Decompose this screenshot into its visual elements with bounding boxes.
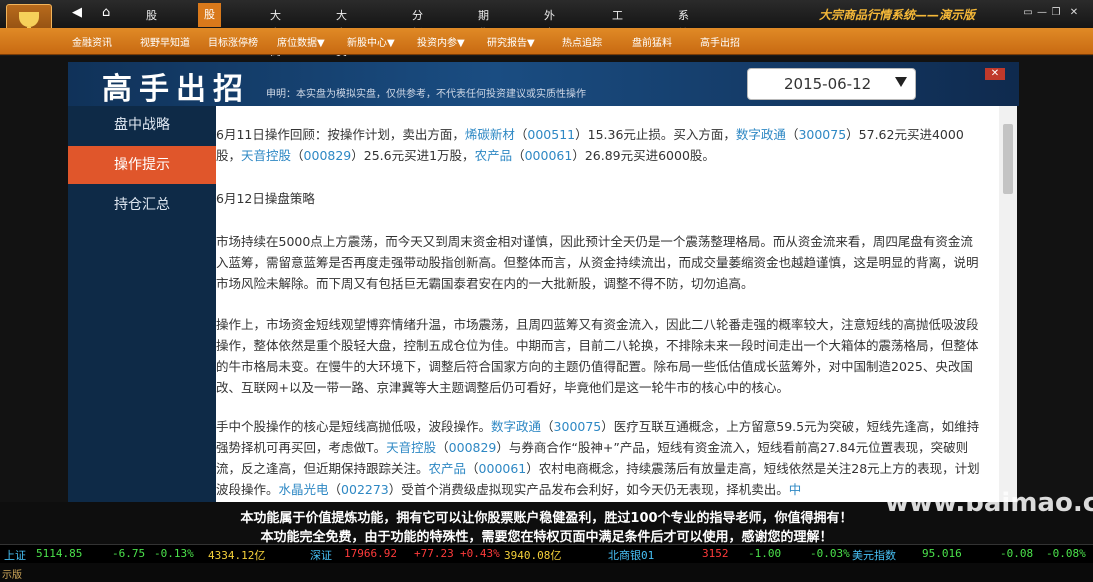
stock-link[interactable]: 烯碳新材 xyxy=(465,127,515,142)
home-icon[interactable]: ⌂ xyxy=(102,5,110,20)
stock-code-link[interactable]: 000511 xyxy=(527,127,575,142)
ticker-sh-price: 5114.85 xyxy=(36,547,83,560)
submenu-ipo-center[interactable]: 新股中心▼ xyxy=(347,34,395,49)
ticker-sh-change: -6.75 xyxy=(112,547,146,560)
content-scrollbar[interactable] xyxy=(999,106,1017,502)
stock-link[interactable]: 农产品 xyxy=(475,148,513,163)
panel-close-icon[interactable]: ✕ xyxy=(985,68,1005,80)
ticker-sz-name[interactable]: 深证 xyxy=(310,547,332,563)
stock-paragraph: 手中个股操作的核心是短线高抛低吸，波段操作。数字政通（300075）医疗互联互通… xyxy=(216,419,980,497)
market-paragraph: 市场持续在5000点上方震荡，而今天又到周末资金相对谨慎，因此预计全天仍是一个震… xyxy=(216,234,979,291)
system-title: 大宗商品行情系统——演示版 xyxy=(818,8,975,22)
ticker-nb-name[interactable]: 北商银01 xyxy=(608,547,654,563)
ticker-usd-price: 95.016 xyxy=(922,547,962,560)
disclaimer-text: 申明：本实盘为模拟实盘，仅供参考，不代表任何投资建议或实质性操作 xyxy=(266,89,586,100)
ticker-sh-volume: 4334.12亿 xyxy=(208,549,266,562)
page-title: 高手出招 xyxy=(102,72,250,107)
ticker-sz-percent: +0.43% xyxy=(460,547,500,560)
ticker-nb-change: -1.00 xyxy=(748,547,782,560)
strategy-heading: 6月12日操盘策略 xyxy=(216,191,315,206)
sidebar-item-tips[interactable]: 操作提示 xyxy=(68,146,224,184)
ticker-sz-price: 17966.92 xyxy=(344,547,397,560)
status-bar: 示版 xyxy=(0,563,1093,582)
review-paragraph: 6月11日操作回顾：按操作计划，卖出方面，烯碳新材（000511）15.36元止… xyxy=(216,127,964,163)
menu-analysis[interactable]: 分析 xyxy=(406,7,429,40)
submenu-hot-track[interactable]: 热点追踪 xyxy=(562,34,602,49)
watermark: www.baimao.com xyxy=(885,488,1093,518)
stock-code-link[interactable]: 000829 xyxy=(304,148,352,163)
stock-link[interactable]: 中 xyxy=(789,482,802,497)
restore-icon[interactable]: ❐ xyxy=(1049,6,1063,19)
submenu-finance-news[interactable]: 金融资讯 xyxy=(72,34,112,49)
menu-commodity-news[interactable]: 大宗资讯 xyxy=(330,7,353,76)
minimize-icon[interactable]: — xyxy=(1035,6,1049,19)
submenu-early-view[interactable]: 视野早知道 xyxy=(140,34,190,49)
article-content: 6月11日操作回顾：按操作计划，卖出方面，烯碳新材（000511）15.36元止… xyxy=(216,106,999,502)
ticker-sh-percent: -0.13% xyxy=(154,547,194,560)
sidebar: 盘中战略 操作提示 持仓汇总 xyxy=(68,106,224,502)
submenu-research[interactable]: 研究报告▼ xyxy=(487,34,535,49)
skin-icon[interactable]: ▭ xyxy=(1021,6,1035,19)
submenu-limit-up[interactable]: 目标涨停榜 xyxy=(208,34,258,49)
stock-link[interactable]: 数字政通 xyxy=(491,419,541,434)
promo-line-2: 本功能完全免费，由于功能的特殊性，需要您在特权页面中满足条件后才可以使用，感谢您… xyxy=(260,530,833,545)
stock-link[interactable]: 水晶光电 xyxy=(279,482,329,497)
menu-foreign[interactable]: 外盘 xyxy=(538,7,561,40)
ticker-sz-change: +77.23 xyxy=(414,547,454,560)
stock-link[interactable]: 天音控股 xyxy=(386,440,436,455)
stock-link[interactable]: 数字政通 xyxy=(736,127,786,142)
ticker-usd-change: -0.08 xyxy=(1000,547,1034,560)
back-arrow-icon[interactable]: ◀ xyxy=(72,5,82,20)
sidebar-item-holdings[interactable]: 持仓汇总 xyxy=(68,186,216,224)
submenu-expert[interactable]: 高手出招 xyxy=(700,34,740,49)
menu-tools[interactable]: 工具 xyxy=(606,7,629,40)
date-selector[interactable]: 2015-06-12 xyxy=(747,68,916,100)
stock-link[interactable]: 天音控股 xyxy=(241,148,291,163)
submenu-seat-data[interactable]: 席位数据▼ xyxy=(277,34,325,49)
stock-code-link[interactable]: 300075 xyxy=(798,127,846,142)
scrollbar-thumb[interactable] xyxy=(1003,124,1013,194)
menu-stock-news[interactable]: 股票资讯 xyxy=(198,3,221,93)
sidebar-item-strategy[interactable]: 盘中战略 xyxy=(68,106,216,144)
menu-system[interactable]: 系统 xyxy=(672,7,695,40)
submenu-premarket[interactable]: 盘前猛料 xyxy=(632,34,672,49)
ticker-nb-percent: -0.03% xyxy=(810,547,850,560)
ticker-usd-percent: -0.08% xyxy=(1046,547,1086,560)
stock-code-link[interactable]: 000061 xyxy=(479,461,527,476)
menu-futures[interactable]: 期货 xyxy=(472,7,495,40)
ticker-nb-price: 3152 xyxy=(702,547,729,560)
stock-link[interactable]: 农产品 xyxy=(429,461,467,476)
status-text: 示版 xyxy=(2,570,22,581)
stock-code-link[interactable]: 000829 xyxy=(449,440,497,455)
dropdown-arrow-icon[interactable] xyxy=(895,77,907,87)
index-ticker: 上证 5114.85 -6.75 -0.13% 4334.12亿 深证 1796… xyxy=(0,544,1093,563)
stock-code-link[interactable]: 002273 xyxy=(341,482,389,497)
stock-code-link[interactable]: 300075 xyxy=(554,419,602,434)
ticker-usd-name[interactable]: 美元指数 xyxy=(852,547,896,563)
stock-code-link[interactable]: 000061 xyxy=(525,148,573,163)
menu-stock[interactable]: 股票 xyxy=(140,7,163,40)
menu-commodity[interactable]: 大宗商品 xyxy=(264,7,287,76)
close-icon[interactable]: ✕ xyxy=(1067,6,1081,19)
date-value: 2015-06-12 xyxy=(784,75,872,93)
ticker-sz-volume: 3940.08亿 xyxy=(504,549,562,562)
submenu-insider[interactable]: 投资内参▼ xyxy=(417,34,465,49)
operation-paragraph: 操作上，市场资金短线观望博弈情绪升温，市场震荡，且周四蓝筹又有资金流入，因此二八… xyxy=(216,317,979,395)
ticker-sh-name[interactable]: 上证 xyxy=(4,547,26,563)
